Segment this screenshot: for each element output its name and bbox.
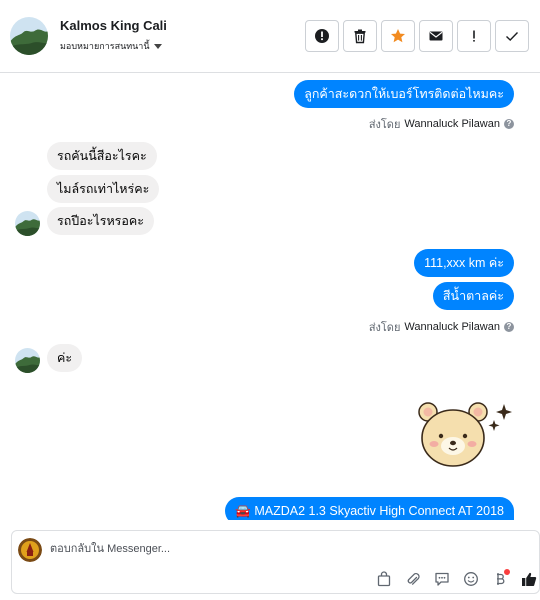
help-icon[interactable]: ? bbox=[504, 119, 514, 129]
payment-button[interactable] bbox=[490, 569, 510, 589]
page-avatar bbox=[18, 538, 42, 562]
message-thread: ลูกค้าสะดวกให้เบอร์โทรติดต่อไหมคะ ส่งโดย… bbox=[0, 74, 540, 520]
checkmark-icon bbox=[506, 32, 519, 41]
sent-by-prefix: ส่งโดย bbox=[368, 119, 401, 131]
spam-button[interactable] bbox=[457, 20, 491, 52]
outgoing-message[interactable]: 🚘 MAZDA2 1.3 Skyactiv High Connect AT 20… bbox=[225, 497, 514, 520]
saved-reply-button[interactable] bbox=[432, 569, 452, 589]
notification-dot bbox=[504, 569, 510, 575]
saved-reply-icon bbox=[435, 572, 449, 586]
contact-avatar-small[interactable] bbox=[15, 348, 40, 373]
emoji-icon bbox=[464, 572, 478, 586]
incoming-message[interactable]: รถปีอะไรหรอคะ bbox=[47, 207, 154, 235]
like-icon bbox=[522, 572, 537, 586]
contact-avatar[interactable] bbox=[10, 17, 48, 55]
envelope-icon bbox=[429, 31, 443, 41]
sent-by-agent: Wannaluck Pilawan bbox=[404, 321, 500, 333]
contact-name[interactable]: Kalmos King Cali bbox=[60, 18, 167, 33]
shop-button[interactable] bbox=[374, 569, 394, 589]
conversation-actions bbox=[305, 20, 529, 52]
bear-sticker[interactable] bbox=[414, 400, 518, 470]
done-button[interactable] bbox=[495, 20, 529, 52]
message-composer bbox=[0, 528, 540, 600]
conversation-header: Kalmos King Cali มอบหมายการสนทนานี้ bbox=[0, 0, 540, 73]
composer-tools bbox=[374, 569, 539, 589]
emoji-button[interactable] bbox=[461, 569, 481, 589]
sent-by-label: ส่งโดย Wannaluck Pilawan ? bbox=[369, 115, 514, 133]
sent-by-label: ส่งโดย Wannaluck Pilawan ? bbox=[369, 318, 514, 336]
outgoing-message[interactable]: สีน้ำตาลค่ะ bbox=[432, 282, 514, 310]
trash-icon bbox=[354, 29, 366, 44]
assign-label: มอบหมายการสนทนานี้ bbox=[60, 41, 150, 51]
composer-box bbox=[11, 530, 540, 594]
outgoing-message[interactable]: 111,xxx km ค่ะ bbox=[414, 249, 514, 277]
caret-down-icon bbox=[153, 43, 162, 49]
incoming-message[interactable]: ไมล์รถเท่าไหร่คะ bbox=[47, 175, 160, 203]
delete-button[interactable] bbox=[343, 20, 377, 52]
star-icon bbox=[391, 29, 405, 43]
reply-input[interactable] bbox=[50, 541, 350, 557]
sent-by-agent: Wannaluck Pilawan bbox=[404, 118, 500, 130]
contact-avatar-small[interactable] bbox=[15, 211, 40, 236]
star-button[interactable] bbox=[381, 20, 415, 52]
help-icon[interactable]: ? bbox=[504, 322, 514, 332]
exclamation-icon bbox=[473, 30, 475, 42]
shop-icon bbox=[377, 571, 391, 587]
alert-button[interactable] bbox=[305, 20, 339, 52]
sent-by-prefix: ส่งโดย bbox=[368, 322, 401, 334]
assign-conversation-dropdown[interactable]: มอบหมายการสนทนานี้ bbox=[60, 39, 162, 53]
outgoing-message[interactable]: ลูกค้าสะดวกให้เบอร์โทรติดต่อไหมคะ bbox=[294, 80, 514, 108]
attach-icon bbox=[407, 572, 420, 585]
incoming-message[interactable]: รถคันนี้สีอะไรคะ bbox=[47, 142, 157, 170]
like-button[interactable] bbox=[519, 569, 539, 589]
attach-button[interactable] bbox=[403, 569, 423, 589]
exclamation-circle-icon bbox=[315, 29, 329, 43]
incoming-message[interactable]: ค่ะ bbox=[47, 344, 83, 372]
email-button[interactable] bbox=[419, 20, 453, 52]
